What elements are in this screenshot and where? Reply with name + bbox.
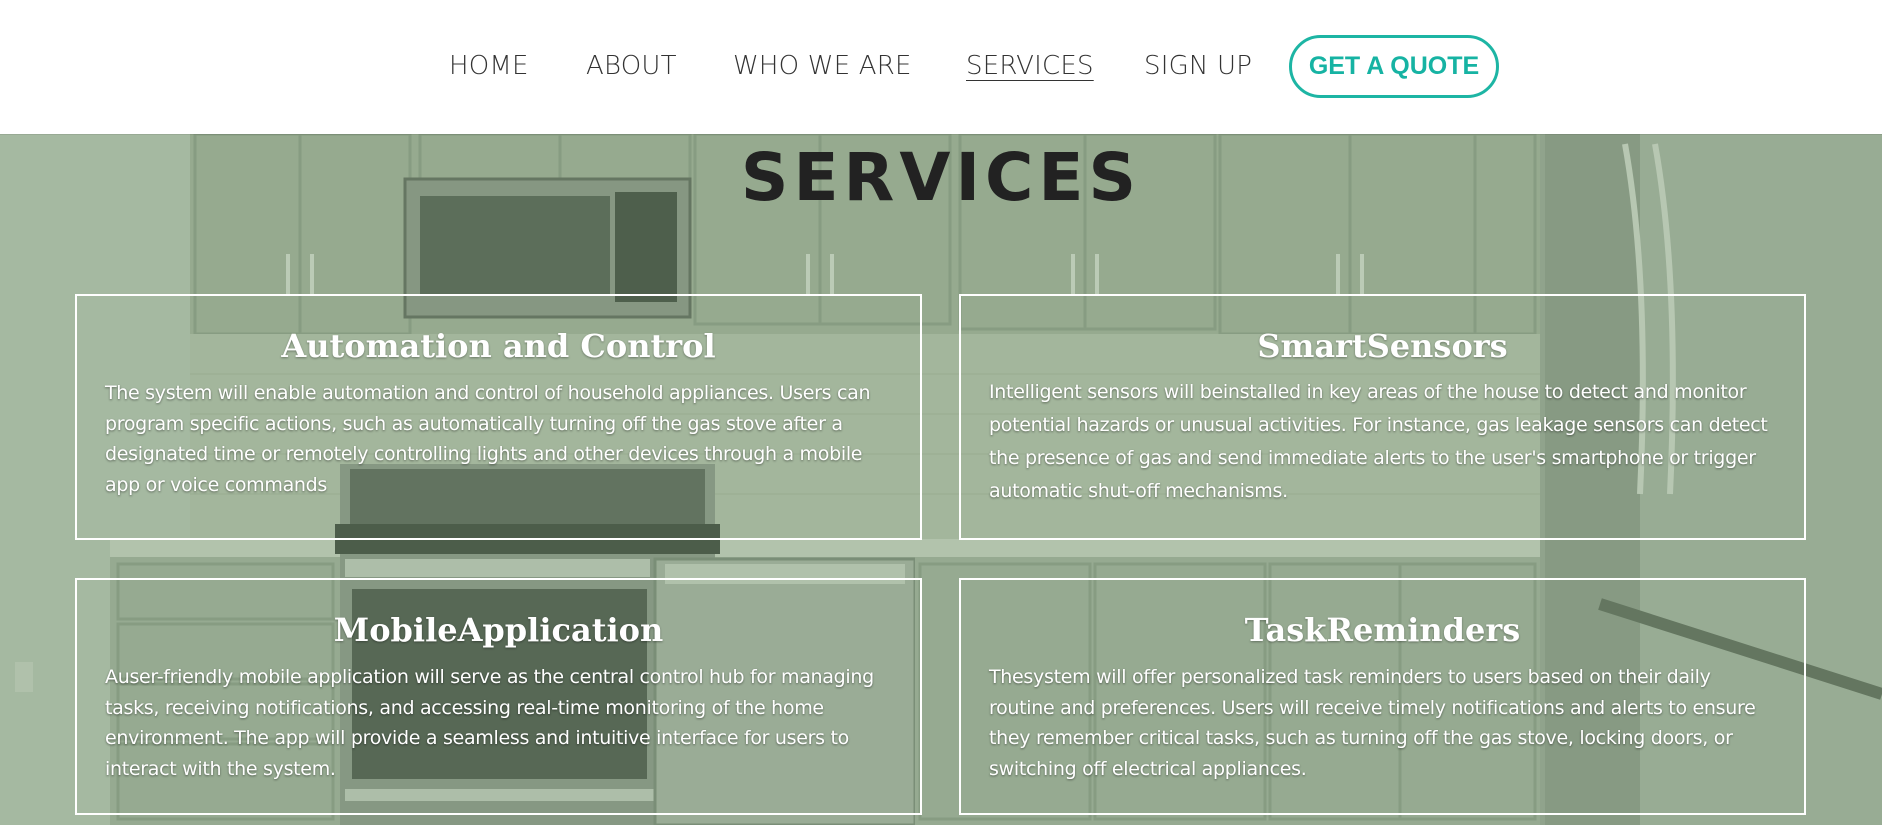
nav-about[interactable]: ABOUT <box>586 50 677 82</box>
nav-home[interactable]: HOME <box>449 50 529 82</box>
top-navigation: HOME ABOUT WHO WE ARE SERVICES SIGN UP G… <box>0 0 1882 134</box>
service-card-smart-sensors: SmartSensors Intelligent sensors will be… <box>959 294 1806 540</box>
nav-who-we-are[interactable]: WHO WE ARE <box>733 50 912 82</box>
card-description: The system will enable automation and co… <box>105 382 871 496</box>
nav-services[interactable]: SERVICES <box>966 50 1094 82</box>
service-card-automation: Automation and Control The system will e… <box>75 294 922 540</box>
card-title: MobileApplication <box>333 611 664 649</box>
card-title: Automation and Control <box>281 327 716 365</box>
card-description: Intelligent sensors will beinstalled in … <box>989 381 1768 502</box>
card-title: TaskReminders <box>1244 611 1521 649</box>
get-a-quote-button[interactable]: GET A QUOTE <box>1289 35 1499 98</box>
nav-sign-up[interactable]: SIGN UP <box>1144 50 1252 82</box>
card-description: Auser-friendly mobile application will s… <box>105 666 874 780</box>
page-title: SERVICES <box>740 139 1142 216</box>
service-card-mobile-application: MobileApplication Auser-friendly mobile … <box>75 578 922 815</box>
service-card-task-reminders: TaskReminders Thesystem will offer perso… <box>959 578 1806 815</box>
card-title: SmartSensors <box>1257 327 1508 365</box>
card-description: Thesystem will offer personalized task r… <box>989 666 1756 780</box>
